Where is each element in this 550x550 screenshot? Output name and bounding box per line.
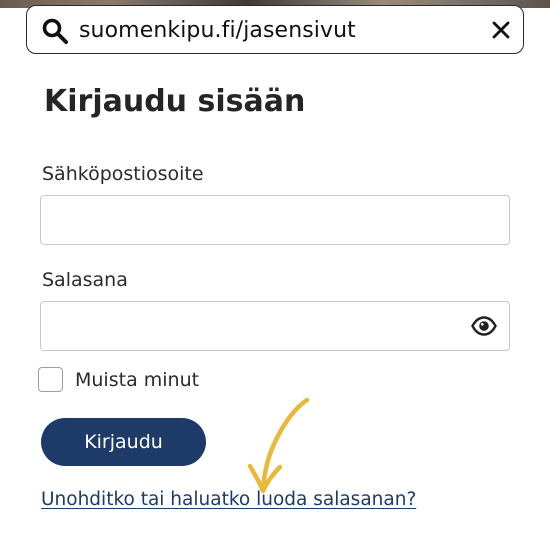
email-field[interactable] [41,196,509,244]
email-field-container [40,195,510,245]
remember-me[interactable]: Muista minut [38,367,199,392]
remember-me-label: Muista minut [75,368,200,391]
password-field[interactable] [41,302,509,350]
password-field-container [40,301,510,351]
password-label: Salasana [42,269,128,291]
eye-icon[interactable] [471,315,497,337]
login-button[interactable]: Kirjaudu [41,418,206,466]
page-title: Kirjaudu sisään [44,84,306,119]
hand-drawn-arrow-icon [247,397,310,494]
search-icon [42,18,68,44]
address-bar[interactable]: suomenkipu.fi/jasensivut [26,5,524,54]
remember-me-checkbox[interactable] [38,367,63,392]
email-label: Sähköpostiosoite [42,163,204,185]
url-text[interactable]: suomenkipu.fi/jasensivut [79,18,356,43]
close-icon[interactable] [491,20,511,40]
forgot-password-link[interactable]: Unohditko tai haluatko luoda salasanan? [41,489,416,510]
